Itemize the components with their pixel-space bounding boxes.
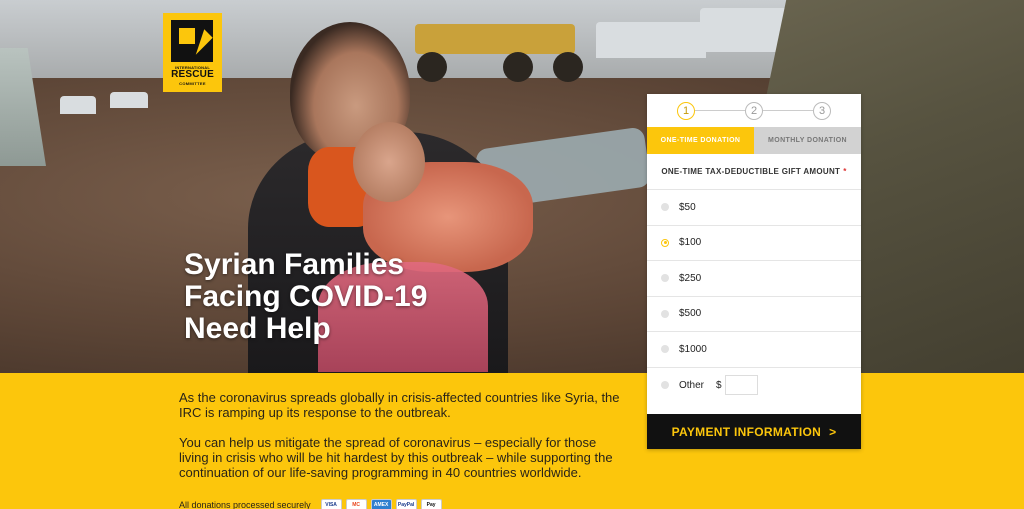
amex-icon: AMEX <box>370 499 392 509</box>
donation-form: 1 2 3 ONE-TIME DONATION MONTHLY DONATION… <box>647 94 861 449</box>
amount-option-other[interactable]: Other $ <box>647 368 861 404</box>
currency-symbol: $ <box>716 379 722 391</box>
radio-button[interactable] <box>661 203 669 212</box>
intro-copy: As the coronavirus spreads globally in c… <box>179 390 629 480</box>
other-label: Other <box>679 379 705 391</box>
step-indicator: 1 2 3 <box>647 94 861 127</box>
amount-option-500[interactable]: $500 <box>647 297 861 332</box>
gift-amount-label: ONE-TIME TAX-DEDUCTIBLE GIFT AMOUNT * <box>647 154 861 190</box>
hero-image <box>0 0 1024 373</box>
amount-option-50[interactable]: $50 <box>647 190 861 226</box>
step-1: 1 <box>677 101 695 120</box>
radio-button[interactable] <box>661 274 669 283</box>
amount-label: $250 <box>679 272 702 284</box>
intro-paragraph-2: You can help us mitigate the spread of c… <box>179 435 613 480</box>
headline-line-3: Need Help <box>184 312 331 345</box>
gift-amount-label-text: ONE-TIME TAX-DEDUCTIBLE GIFT AMOUNT <box>661 167 841 176</box>
intro-paragraph-1: As the coronavirus spreads globally in c… <box>179 390 620 420</box>
headline-line-2: Facing COVID-19 <box>184 280 428 313</box>
step-2: 2 <box>745 101 763 120</box>
tab-monthly-donation[interactable]: MONTHLY DONATION <box>754 127 861 154</box>
paypal-icon: PayPal <box>395 499 417 509</box>
amount-option-1000[interactable]: $1000 <box>647 332 861 368</box>
donation-type-tabs: ONE-TIME DONATION MONTHLY DONATION <box>647 127 861 154</box>
amount-option-100[interactable]: $100 <box>647 226 861 261</box>
visa-icon: VISA <box>320 499 342 509</box>
amount-option-250[interactable]: $250 <box>647 261 861 297</box>
radio-button[interactable] <box>661 345 669 354</box>
headline-line-1: Syrian Families <box>184 248 405 281</box>
payment-information-button[interactable]: PAYMENT INFORMATION > <box>647 414 861 449</box>
required-mark: * <box>843 167 847 176</box>
amount-label: $50 <box>679 201 696 213</box>
step-connector <box>695 110 745 111</box>
step-connector <box>763 110 813 111</box>
tent <box>596 22 706 58</box>
amount-label: $100 <box>679 237 702 249</box>
mastercard-icon: MC <box>345 499 367 509</box>
radio-button[interactable] <box>661 309 669 318</box>
payment-button-label: PAYMENT INFORMATION <box>671 424 822 439</box>
tab-one-time-donation[interactable]: ONE-TIME DONATION <box>647 127 754 154</box>
radio-button-selected[interactable] <box>661 238 669 247</box>
radio-button[interactable] <box>661 381 669 390</box>
tent <box>110 92 148 108</box>
logo-line-3: COMMITTEE <box>179 81 206 86</box>
irc-logo[interactable]: INTERNATIONAL RESCUE COMMITTEE <box>163 13 222 92</box>
amount-label: $1000 <box>679 343 707 355</box>
secure-label: All donations processed securely <box>179 500 311 509</box>
apple-pay-icon: Pay <box>420 499 442 509</box>
irc-arrow-icon <box>171 20 213 62</box>
step-3: 3 <box>813 101 831 120</box>
page-headline: Syrian Families Facing COVID-19 Need Hel… <box>184 249 504 345</box>
chevron-right-icon: > <box>829 424 837 439</box>
logo-line-2: RESCUE <box>171 69 214 80</box>
secure-payments: All donations processed securely VISA MC… <box>179 499 442 509</box>
tent <box>60 96 96 114</box>
other-amount-input[interactable] <box>724 375 758 396</box>
amount-label: $500 <box>679 308 702 320</box>
tent <box>700 8 790 52</box>
